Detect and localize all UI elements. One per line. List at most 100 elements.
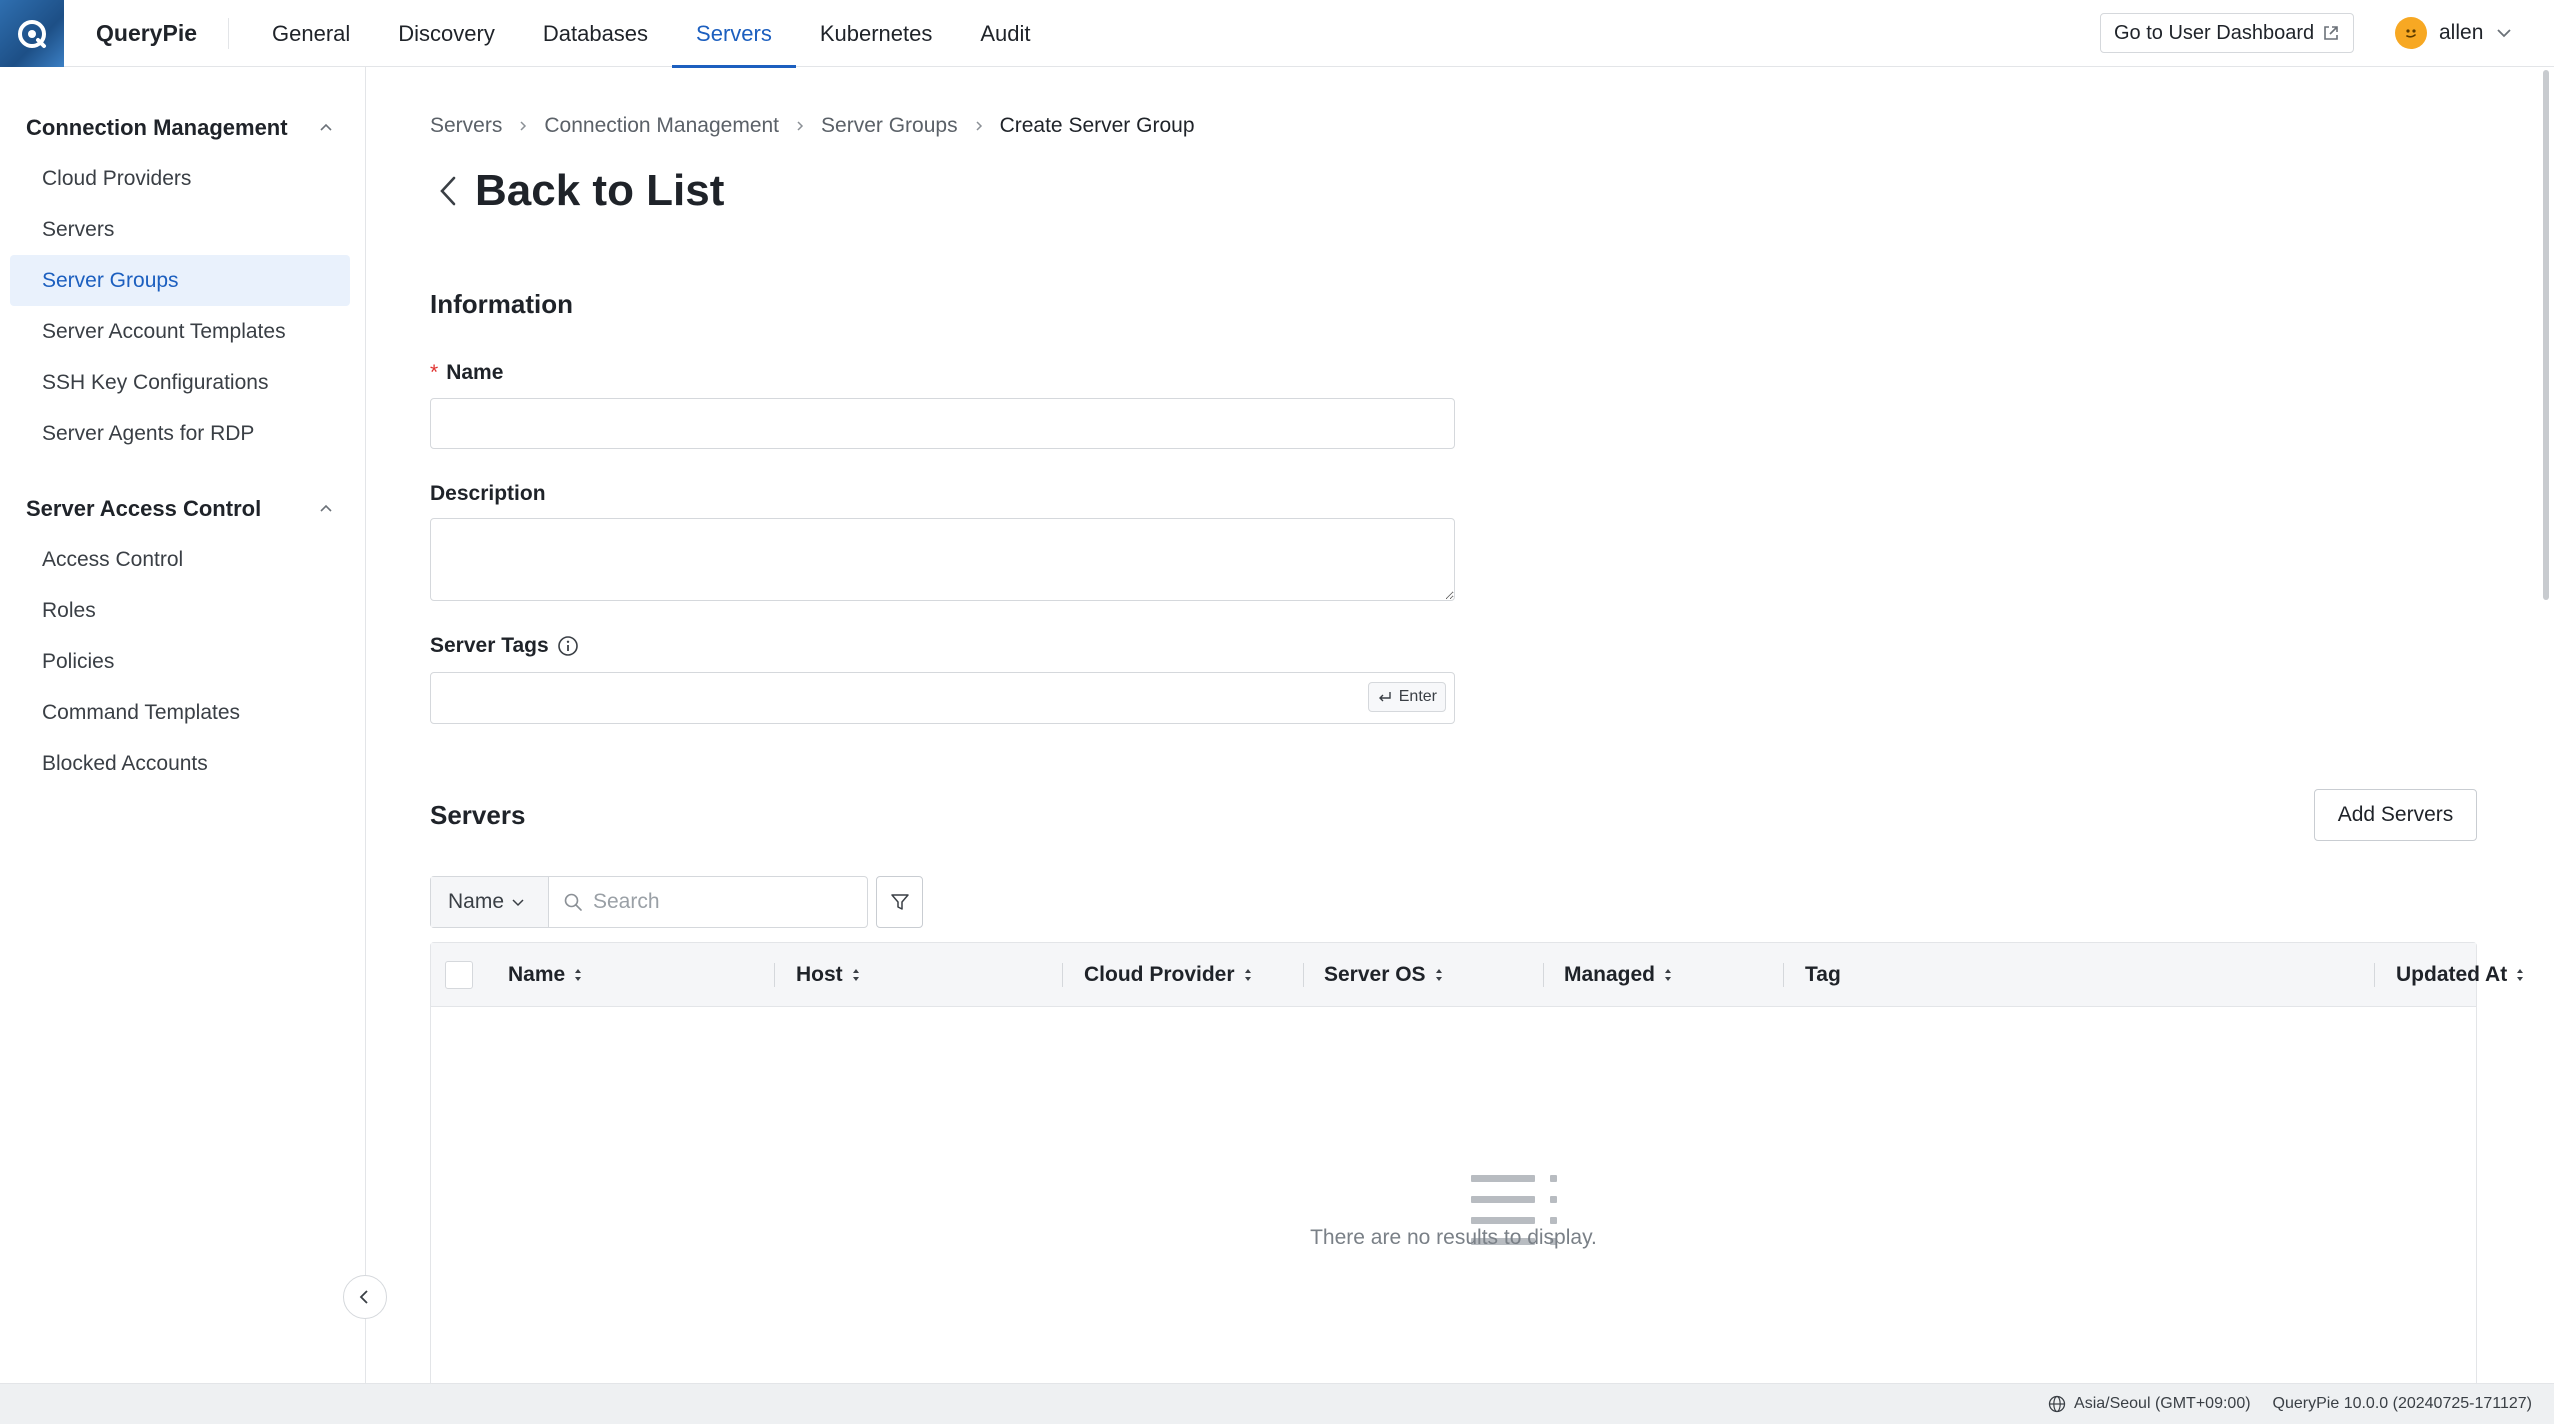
column-label: Cloud Provider <box>1084 963 1235 986</box>
column-header-updated-at[interactable]: Updated At <box>2396 943 2525 1007</box>
querypie-logo[interactable] <box>0 0 64 67</box>
querypie-logo-icon <box>18 19 46 48</box>
go-to-user-dashboard-button[interactable]: Go to User Dashboard <box>2100 13 2355 53</box>
add-servers-button[interactable]: Add Servers <box>2314 789 2477 841</box>
chevron-right-icon <box>976 121 982 131</box>
column-label: Tag <box>1805 963 1841 986</box>
nav-audit[interactable]: Audit <box>956 0 1054 67</box>
sidebar-section-title: Connection Management <box>26 115 288 140</box>
main-nav: General Discovery Databases Servers Kube… <box>248 0 1055 68</box>
column-divider <box>1303 963 1304 987</box>
sidebar-item-ssh-key-configurations[interactable]: SSH Key Configurations <box>10 357 350 408</box>
breadcrumb-servers[interactable]: Servers <box>430 114 502 138</box>
user-menu[interactable]: allen <box>2395 14 2513 52</box>
sidebar-item-label: Command Templates <box>42 700 241 724</box>
search-input[interactable]: Search <box>549 877 867 927</box>
server-tags-label-text: Server Tags <box>430 634 549 657</box>
nav-servers[interactable]: Servers <box>672 0 796 68</box>
sidebar-item-label: Server Agents for RDP <box>42 421 255 445</box>
column-header-server-os[interactable]: Server OS <box>1324 943 1444 1007</box>
empty-state-message: There are no results to display. <box>1310 1226 1597 1249</box>
top-navigation-bar: QueryPie General Discovery Databases Ser… <box>0 0 2554 68</box>
search-icon <box>564 893 582 911</box>
back-arrow-icon <box>440 176 456 206</box>
sidebar-item-label: Server Groups <box>42 268 179 292</box>
sidebar-section-header[interactable]: Connection Management <box>0 103 366 153</box>
sidebar-item-policies[interactable]: Policies <box>10 636 350 687</box>
sidebar-item-server-account-templates[interactable]: Server Account Templates <box>10 306 350 357</box>
sidebar-item-access-control[interactable]: Access Control <box>10 534 350 585</box>
sort-icon <box>575 969 582 981</box>
chevron-up-icon <box>320 123 332 131</box>
sidebar: Connection Management Cloud Providers Se… <box>0 67 366 1383</box>
sidebar-item-label: Roles <box>42 598 96 622</box>
nav-general[interactable]: General <box>248 0 374 67</box>
column-label: Server OS <box>1324 963 1426 986</box>
servers-section-title: Servers <box>430 800 526 830</box>
info-icon[interactable] <box>557 635 579 657</box>
description-label-text: Description <box>430 482 546 505</box>
timezone-text: Asia/Seoul (GMT+09:00) <box>2074 1395 2251 1412</box>
column-divider <box>1783 963 1784 987</box>
column-header-host[interactable]: Host <box>796 943 861 1007</box>
chevron-right-icon <box>520 121 527 131</box>
sort-icon <box>852 969 859 981</box>
back-to-list-link[interactable]: Back to List <box>437 166 724 216</box>
search-group: Name Search <box>430 876 868 928</box>
name-label-text: Name <box>446 361 504 384</box>
server-tags-field-label: Server Tags <box>430 634 579 658</box>
column-divider <box>1543 963 1544 987</box>
column-label: Updated At <box>2396 963 2508 986</box>
enter-key-hint: Enter <box>1367 682 1446 712</box>
column-label: Name <box>508 963 566 986</box>
sidebar-section-connection-management: Connection Management Cloud Providers Se… <box>0 103 366 459</box>
enter-hint-text: Enter <box>1398 688 1437 705</box>
information-section-title: Information <box>430 289 573 319</box>
filter-button[interactable] <box>876 876 923 928</box>
chevron-left-icon <box>359 1290 368 1304</box>
sidebar-item-servers[interactable]: Servers <box>10 204 350 255</box>
sidebar-item-server-agents-for-rdp[interactable]: Server Agents for RDP <box>10 408 350 459</box>
column-header-name[interactable]: Name <box>508 943 583 1007</box>
sidebar-item-server-groups[interactable]: Server Groups <box>10 255 350 306</box>
collapse-sidebar-button[interactable] <box>343 1275 387 1319</box>
globe-icon <box>2048 1395 2066 1413</box>
column-header-tag: Tag <box>1805 943 1841 1007</box>
chevron-up-icon <box>320 504 332 512</box>
servers-table: Name Host Cloud Provider Server OS Manag… <box>430 942 2524 1383</box>
sidebar-section-header[interactable]: Server Access Control <box>0 484 366 534</box>
breadcrumb-server-groups[interactable]: Server Groups <box>821 114 958 138</box>
version-text: QueryPie 10.0.0 (20240725-171127) <box>2272 1395 2532 1412</box>
sidebar-section-title: Server Access Control <box>26 496 262 521</box>
sidebar-item-blocked-accounts[interactable]: Blocked Accounts <box>10 738 350 789</box>
sidebar-section-server-access-control: Server Access Control Access Control Rol… <box>0 484 366 789</box>
nav-kubernetes[interactable]: Kubernetes <box>796 0 957 67</box>
column-label: Host <box>796 963 843 986</box>
column-header-managed[interactable]: Managed <box>1564 943 1673 1007</box>
description-textarea[interactable] <box>430 518 1455 601</box>
server-tags-input[interactable]: Enter <box>430 672 1455 724</box>
sidebar-item-command-templates[interactable]: Command Templates <box>10 687 350 738</box>
sidebar-item-roles[interactable]: Roles <box>10 585 350 636</box>
nav-databases[interactable]: Databases <box>519 0 672 67</box>
name-input[interactable] <box>430 398 1455 449</box>
page-scrollbar-thumb[interactable] <box>2543 70 2549 600</box>
sidebar-item-cloud-providers[interactable]: Cloud Providers <box>10 153 350 204</box>
column-header-cloud-provider[interactable]: Cloud Provider <box>1084 943 1253 1007</box>
breadcrumb-connection-management[interactable]: Connection Management <box>544 114 779 138</box>
sort-icon <box>1435 969 1442 981</box>
table-header: Name Host Cloud Provider Server OS Manag… <box>431 943 2524 1007</box>
breadcrumb-current: Create Server Group <box>999 114 1195 137</box>
page-title: Back to List <box>475 166 725 215</box>
timezone-indicator[interactable]: Asia/Seoul (GMT+09:00) <box>2048 1395 2251 1413</box>
sort-icon <box>2517 969 2524 981</box>
user-name: allen <box>2439 21 2484 44</box>
chevron-right-icon <box>797 121 804 131</box>
nav-discovery[interactable]: Discovery <box>374 0 519 67</box>
sidebar-item-label: Blocked Accounts <box>42 751 208 775</box>
search-field-select[interactable]: Name <box>431 877 549 927</box>
column-divider <box>2374 963 2375 987</box>
select-all-checkbox[interactable] <box>445 961 473 989</box>
chevron-down-icon <box>2497 29 2512 38</box>
dashboard-button-label: Go to User Dashboard <box>2114 21 2315 44</box>
